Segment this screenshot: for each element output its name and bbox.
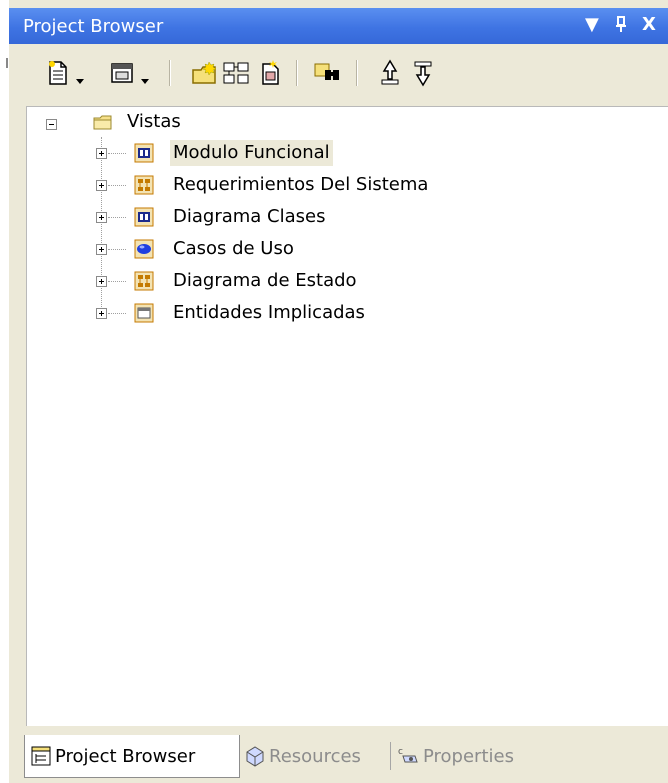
tree-branch-line: [108, 153, 126, 154]
tree-branch-line: [108, 185, 126, 186]
folder-icon: [93, 112, 113, 132]
tab-properties[interactable]: c Properties: [397, 735, 514, 777]
tree-branch-line: [108, 249, 126, 250]
tab-label: Properties: [423, 745, 514, 767]
tree-item-label[interactable]: Requerimientos Del Sistema: [170, 172, 431, 198]
tab-label: Project Browser: [55, 745, 196, 767]
window-title: Project Browser: [23, 16, 164, 37]
collapse-icon[interactable]: [46, 119, 57, 130]
toolbar-separator: [356, 60, 358, 86]
move-down-icon[interactable]: [408, 58, 438, 88]
new-package-dropdown-icon[interactable]: [75, 70, 85, 84]
tree-branch-line: [108, 217, 126, 218]
close-icon[interactable]: X: [642, 15, 656, 35]
tab-separator: [390, 742, 391, 770]
new-element-icon[interactable]: [255, 58, 285, 88]
left-edge: [0, 0, 9, 783]
tab-resources[interactable]: Resources: [243, 735, 361, 777]
tree-item-label[interactable]: Diagrama Clases: [170, 204, 328, 230]
expand-icon[interactable]: [96, 276, 107, 287]
svg-text:c: c: [398, 747, 403, 757]
project-browser-icon: [31, 746, 51, 766]
move-up-icon[interactable]: [375, 58, 405, 88]
requirements-view-icon: [134, 175, 154, 195]
new-hierarchy-icon[interactable]: [221, 58, 251, 88]
new-diagram-icon[interactable]: [107, 58, 137, 88]
requirements-view-icon: [134, 271, 154, 291]
tab-project-browser[interactable]: Project Browser: [24, 735, 240, 778]
new-model-icon[interactable]: [189, 58, 219, 88]
tree-item-label[interactable]: Casos de Uso: [170, 236, 297, 262]
tree-item-label[interactable]: Diagrama de Estado: [170, 268, 360, 294]
class-view-icon: [134, 143, 154, 163]
class-view-icon: [134, 207, 154, 227]
new-diagram-dropdown-icon[interactable]: [140, 70, 150, 84]
tree-item-label[interactable]: Modulo Funcional: [170, 140, 333, 166]
tree-item-label[interactable]: Entidades Implicadas: [170, 300, 368, 326]
tree-root-label[interactable]: Vistas: [124, 109, 184, 135]
edge-tick: [6, 58, 8, 68]
tab-bar: Project Browser Resources c Properties: [9, 726, 668, 783]
expand-icon[interactable]: [96, 308, 107, 319]
new-package-icon[interactable]: [43, 58, 73, 88]
title-bar: Project Browser ▼ X: [9, 8, 668, 44]
tree-branch-line: [108, 281, 126, 282]
toolbar-separator: [296, 60, 298, 86]
properties-icon: c: [398, 747, 418, 763]
expand-icon[interactable]: [96, 244, 107, 255]
toolbar-separator: [169, 60, 171, 86]
resources-icon: [246, 746, 264, 767]
expand-icon[interactable]: [96, 148, 107, 159]
toolbar: [9, 44, 668, 106]
find-icon[interactable]: [312, 58, 342, 88]
project-tree: Vistas Modulo Funcional Requerimientos D…: [26, 106, 668, 727]
menu-dropdown-icon[interactable]: ▼: [585, 15, 599, 35]
entities-view-icon: [134, 303, 154, 323]
tab-label: Resources: [269, 745, 361, 767]
expand-icon[interactable]: [96, 180, 107, 191]
expand-icon[interactable]: [96, 212, 107, 223]
pin-icon[interactable]: [615, 15, 627, 38]
use-case-view-icon: [134, 239, 154, 259]
tree-branch-line: [108, 313, 126, 314]
